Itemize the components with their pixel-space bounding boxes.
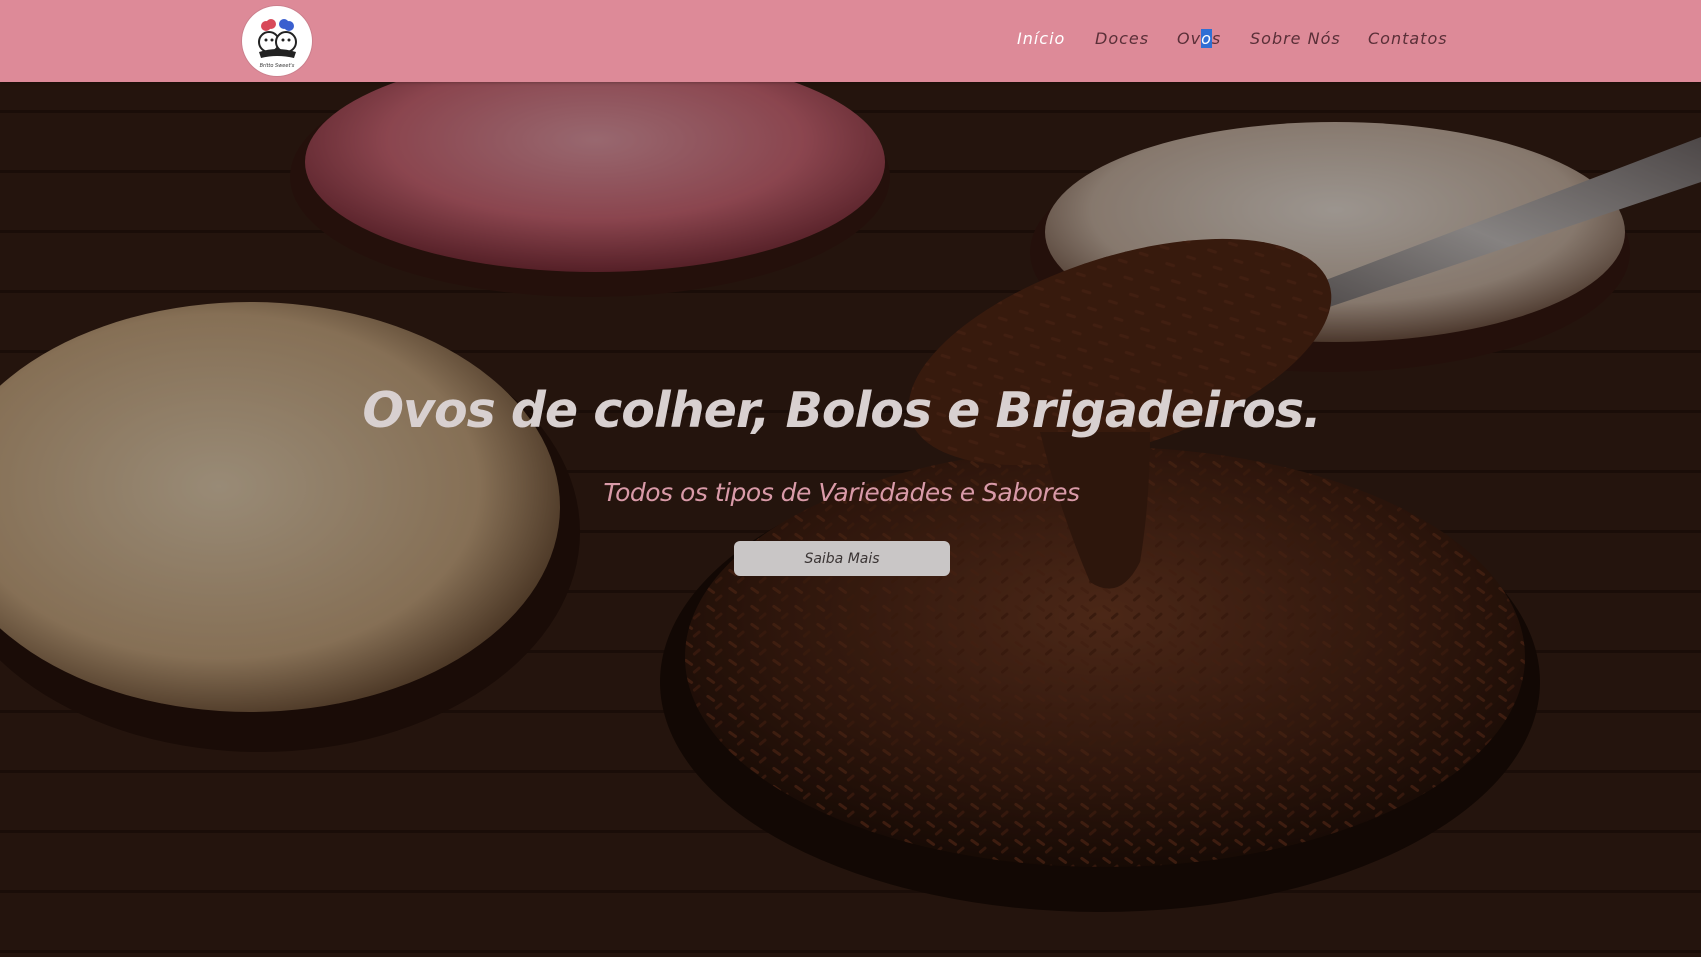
saiba-mais-button[interactable]: Saiba Mais xyxy=(734,541,950,576)
nav-link-ovos[interactable]: Ovos xyxy=(1177,29,1221,48)
hero-title: Ovos de colher, Bolos e Brigadeiros. xyxy=(362,382,1321,439)
hero-section: Ovos de colher, Bolos e Brigadeiros. Tod… xyxy=(0,82,1701,957)
top-navbar: Britto Sweet's Início Doces Ovos Sobre N… xyxy=(0,0,1701,82)
hero-subtitle: Todos os tipos de Variedades e Sabores xyxy=(603,478,1080,507)
nav-link-ovos-part-1: Ov xyxy=(1177,29,1202,48)
nav-link-doces[interactable]: Doces xyxy=(1095,29,1149,48)
hero-dark-overlay xyxy=(0,82,1701,957)
nav-link-sobre-nos[interactable]: Sobre Nós xyxy=(1250,29,1341,48)
nav-link-ovos-part-3: s xyxy=(1211,29,1222,48)
nav-link-inicio[interactable]: Início xyxy=(1017,29,1065,48)
main-nav: Início Doces Ovos Sobre Nós Contatos xyxy=(0,0,1701,82)
nav-link-contatos[interactable]: Contatos xyxy=(1368,29,1448,48)
text-selection-highlight: o xyxy=(1201,29,1212,48)
